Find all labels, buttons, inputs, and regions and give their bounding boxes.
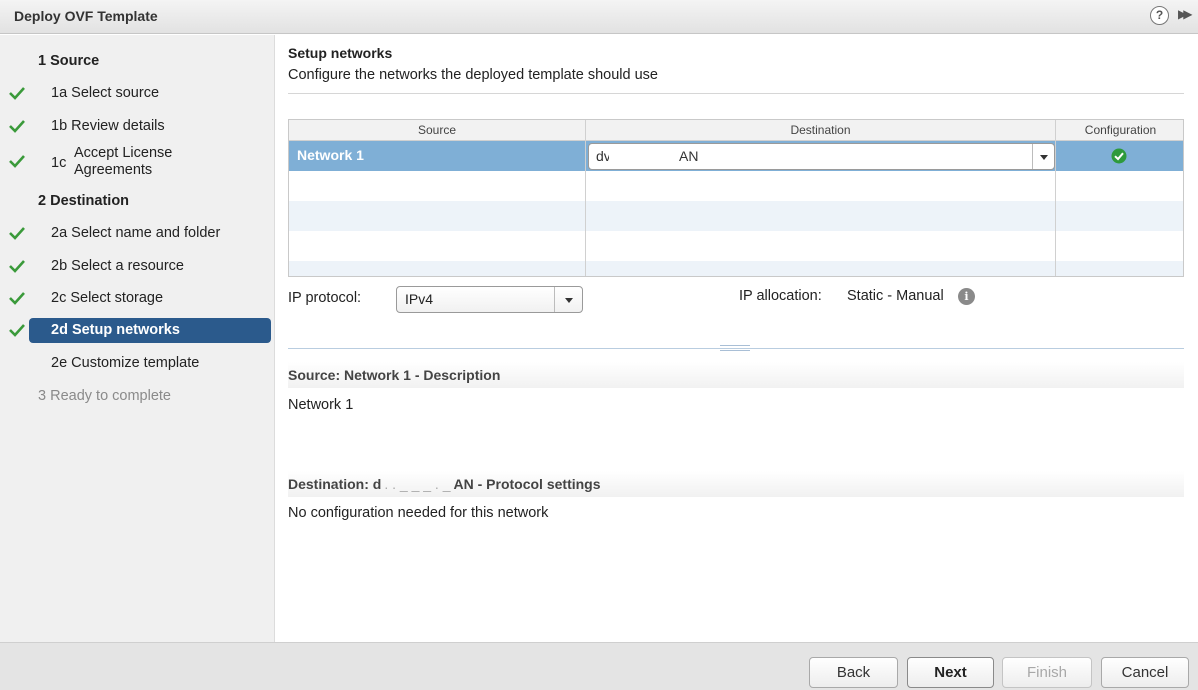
redacted-area [609,144,681,169]
step-label: 1a Select source [51,85,160,101]
main-panel: Setup networks Configure the networks th… [276,35,1198,642]
destination-value-suffix: AN [679,148,699,164]
checkmark-icon [9,227,25,240]
page-title: Setup networks [288,45,393,61]
cancel-button[interactable]: Cancel [1101,657,1189,688]
destination-title-prefix: Destination: d [288,476,382,492]
checkmark-icon [9,120,25,133]
ip-protocol-value: IPv4 [405,291,434,307]
step-label: 2 Destination [38,193,130,209]
step-label: 1b Review details [51,118,165,134]
step-2a-select-name-folder[interactable]: 2a Select name and folder [0,221,275,247]
divider [288,93,1184,94]
help-icon[interactable]: ? [1150,6,1169,25]
page-subtitle: Configure the networks the deployed temp… [288,67,658,83]
destination-protocol-header: Destination: d. . _ _ _ . _ AN - Protocol… [288,471,1184,497]
step-label: 3 Ready to complete [38,388,171,404]
wizard-footer: Back Next Finish Cancel [0,642,1198,690]
destination-title-suffix: AN - Protocol settings [453,476,601,492]
step-label: Accept License Agreements [74,145,173,178]
splitter-grip-icon[interactable] [720,345,750,351]
network-mapping-table: Source Destination Configuration Network… [288,119,1184,277]
checkmark-icon [9,155,25,168]
wizard-steps-sidebar: 1 Source 1a Select source 1b Review deta… [0,35,275,642]
step-label: 2c Select storage [51,290,164,306]
table-row-empty [289,171,1183,201]
ip-protocol-dropdown[interactable]: IPv4 [396,286,583,313]
dropdown-arrow-button[interactable] [1032,144,1054,169]
table-row-empty [289,201,1183,231]
table-row[interactable]: Network 1 dv AN [289,141,1183,171]
column-header-source[interactable]: Source [289,123,585,137]
table-row-empty [289,261,1183,276]
next-button[interactable]: Next [907,657,994,688]
step-3-ready-to-complete: 3 Ready to complete [0,384,275,410]
ip-allocation-label: IP allocation: [739,288,822,304]
dropdown-arrow-button[interactable] [554,287,582,312]
source-description-text: Network 1 [288,397,354,413]
ip-protocol-label: IP protocol: [288,290,362,306]
ip-allocation-value: Static - Manual [847,288,944,304]
step-label: 2e Customize template [51,355,200,371]
step-label: 2d Setup networks [51,322,180,338]
column-divider [1055,120,1056,276]
step-label: 1 Source [38,53,100,69]
step-2-destination: 2 Destination [0,189,275,215]
step-1b-review-details[interactable]: 1b Review details [0,114,275,140]
step-1a-select-source[interactable]: 1a Select source [0,81,275,107]
finish-button[interactable]: Finish [1002,657,1092,688]
step-2c-select-storage[interactable]: 2c Select storage [0,286,275,312]
step-1-source: 1 Source [0,49,275,75]
step-2e-customize-template[interactable]: 2e Customize template [0,351,275,377]
table-row-empty [289,231,1183,261]
checkmark-icon [9,260,25,273]
back-button[interactable]: Back [809,657,898,688]
info-icon[interactable]: i [958,288,975,305]
chevron-down-icon [1040,155,1048,160]
checkmark-icon [9,324,25,337]
redacted-text: . . _ _ _ . _ [384,476,451,492]
column-divider [585,120,586,276]
checkmark-icon [9,292,25,305]
destination-network-dropdown[interactable]: dv AN [588,143,1055,170]
dialog-title-bar: Deploy OVF Template ? ▶▶ [0,0,1198,34]
column-header-destination[interactable]: Destination [586,123,1055,137]
step-label: 2b Select a resource [51,258,184,274]
step-2b-select-resource[interactable]: 2b Select a resource [0,254,275,280]
destination-protocol-text: No configuration needed for this network [288,505,549,521]
step-number: 1c [51,155,67,171]
column-header-configuration[interactable]: Configuration [1056,123,1183,137]
dialog-title: Deploy OVF Template [14,8,158,24]
source-description-header: Source: Network 1 - Description [288,362,1184,388]
table-header: Source Destination Configuration [289,120,1183,141]
step-1c-accept-license[interactable]: 1c Accept License Agreements [0,145,275,178]
checkmark-icon [9,87,25,100]
step-label: 2a Select name and folder [51,225,221,241]
chevron-down-icon [565,298,573,303]
status-ok-icon [1111,148,1127,164]
step-2d-setup-networks[interactable]: 2d Setup networks [0,318,275,344]
source-network-cell: Network 1 [297,147,364,163]
expand-icon[interactable]: ▶▶ [1178,7,1193,21]
